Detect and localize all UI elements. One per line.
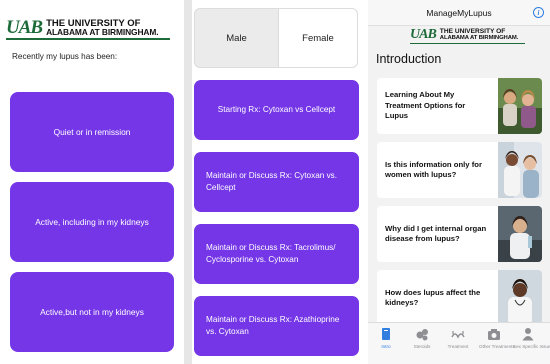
tab-label: Treatment xyxy=(447,344,469,349)
card-kidneys[interactable]: How does lupus affect the kidneys? xyxy=(377,270,542,326)
segment-male[interactable]: Male xyxy=(194,8,278,68)
tab-steroids[interactable]: Steroids xyxy=(407,327,437,349)
lupus-status-screen: UAB THE UNIVERSITY OF ALABAMA AT BIRMING… xyxy=(0,0,184,364)
card-title: How does lupus affect the kidneys? xyxy=(385,287,481,308)
rx-maintain-azathioprine-cytoxan[interactable]: Maintain or Discuss Rx: Azathioprine vs.… xyxy=(194,296,359,356)
rx-maintain-tacrolimus-cytoxan[interactable]: Maintain or Discuss Rx: Tacrolimus/ Cycl… xyxy=(194,224,359,284)
option-active-not-kidneys[interactable]: Active,but not in my kidneys xyxy=(10,272,174,352)
option-label: Quiet or in remission xyxy=(53,127,131,137)
rx-starting-cytoxan-cellcept[interactable]: Starting Rx: Cytoxan vs Cellcept xyxy=(194,80,359,140)
tab-label: Sex Specific Issues xyxy=(513,344,550,349)
card-photo-doctor-patient xyxy=(498,142,542,198)
option-quiet-remission[interactable]: Quiet or in remission xyxy=(10,92,174,172)
treatment-icon xyxy=(451,331,465,339)
uab-logo-small: UAB THE UNIVERSITY OF ALABAMA AT BIRMING… xyxy=(410,28,518,42)
screen-divider xyxy=(184,0,192,364)
card-photo-doctor xyxy=(498,270,542,326)
card-title: Why did I get internal organ disease fro… xyxy=(385,223,487,244)
tab-label: Other Treatments xyxy=(479,344,515,349)
tab-other-treatments[interactable]: Other Treatments xyxy=(479,327,515,349)
tab-treatment[interactable]: Treatment xyxy=(443,327,473,349)
rx-label: Maintain or Discuss Rx: Azathioprine vs.… xyxy=(206,315,340,336)
uab-logo: UAB THE UNIVERSITY OF ALABAMA AT BIRMING… xyxy=(6,17,159,38)
info-icon[interactable]: i xyxy=(533,7,544,18)
uab-logo-text: THE UNIVERSITY OF ALABAMA AT BIRMINGHAM. xyxy=(439,28,519,42)
uab-logo-text: THE UNIVERSITY OF ALABAMA AT BIRMINGHAM. xyxy=(46,18,159,37)
uab-logo-mark: UAB xyxy=(410,27,437,42)
card-organ-disease[interactable]: Why did I get internal organ disease fro… xyxy=(377,206,542,262)
uab-logo-line2: ALABAMA AT BIRMINGHAM. xyxy=(46,26,159,37)
tab-label: Steroids xyxy=(413,344,431,349)
segment-female-label: Female xyxy=(302,32,334,44)
option-label: Active,but not in my kidneys xyxy=(40,307,144,317)
tab-bar: Intro Steroids Treatment Other Treatment… xyxy=(368,322,550,364)
uab-logo-line2: ALABAMA AT BIRMINGHAM. xyxy=(439,35,519,41)
nav-bar: ManageMyLupus i xyxy=(368,0,550,26)
pills-icon xyxy=(416,329,428,341)
book-icon xyxy=(382,328,390,340)
rx-label: Starting Rx: Cytoxan vs Cellcept xyxy=(217,105,336,114)
card-treatment-options[interactable]: Learning About My Treatment Options for … xyxy=(377,78,542,134)
lupus-status-prompt: Recently my lupus has been: xyxy=(12,52,118,61)
treatment-choice-screen: Male Female Starting Rx: Cytoxan vs Cell… xyxy=(192,0,367,364)
intro-screen: ManageMyLupus i UAB THE UNIVERSITY OF AL… xyxy=(368,0,550,364)
card-women-only[interactable]: Is this information only for women with … xyxy=(377,142,542,198)
nav-title: ManageMyLupus xyxy=(426,8,492,18)
segment-female[interactable]: Female xyxy=(278,8,358,68)
option-label: Active, including in my kidneys xyxy=(35,217,149,227)
card-photo-lab-researcher xyxy=(498,206,542,262)
camera-icon xyxy=(488,329,500,340)
tab-intro[interactable]: Intro xyxy=(371,327,401,349)
uab-logo-mark: UAB xyxy=(6,17,43,38)
rx-label: Maintain or Discuss Rx: Cytoxan vs. Cell… xyxy=(206,171,338,192)
card-title: Learning About My Treatment Options for … xyxy=(385,90,466,121)
section-title: Introduction xyxy=(376,52,442,66)
option-active-kidneys[interactable]: Active, including in my kidneys xyxy=(10,182,174,262)
rx-label: Maintain or Discuss Rx: Tacrolimus/ Cycl… xyxy=(206,243,336,264)
person-icon xyxy=(522,328,534,341)
rx-maintain-cytoxan-cellcept[interactable]: Maintain or Discuss Rx: Cytoxan vs. Cell… xyxy=(194,152,359,212)
tab-label: Intro xyxy=(381,344,391,349)
logo-divider xyxy=(410,43,525,44)
tab-sex-specific-issues[interactable]: Sex Specific Issues xyxy=(513,327,550,349)
card-photo-women-group xyxy=(498,78,542,134)
segment-male-label: Male xyxy=(226,32,247,44)
card-title: Is this information only for women with … xyxy=(385,159,482,180)
logo-divider xyxy=(6,38,170,40)
